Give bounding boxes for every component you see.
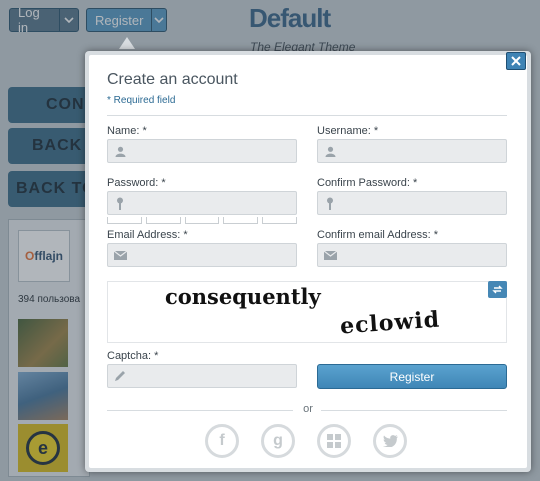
divider — [107, 115, 507, 116]
username-label: Username: * — [317, 125, 379, 137]
username-field[interactable] — [317, 139, 507, 163]
captcha-field[interactable] — [107, 364, 297, 388]
register-submit-button[interactable]: Register — [317, 364, 507, 389]
twitter-icon — [382, 435, 398, 447]
name-field[interactable] — [107, 139, 297, 163]
confirm-email-label: Confirm email Address: * — [317, 229, 439, 241]
close-button[interactable] — [506, 52, 526, 70]
facebook-login-button[interactable]: f — [205, 424, 239, 458]
divider — [321, 410, 507, 411]
windows-login-button[interactable] — [317, 424, 351, 458]
key-icon — [108, 192, 132, 214]
key-icon — [318, 192, 342, 214]
windows-icon — [327, 434, 341, 448]
modal-title: Create an account — [107, 71, 238, 88]
email-label: Email Address: * — [107, 229, 188, 241]
email-field[interactable] — [107, 243, 297, 267]
pencil-icon — [108, 365, 132, 387]
confirm-password-label: Confirm Password: * — [317, 177, 418, 189]
or-separator: or — [303, 403, 313, 415]
google-plus-icon: g — [273, 432, 283, 449]
envelope-icon — [318, 244, 342, 266]
captcha-word-1: consequently — [165, 284, 321, 309]
password-label: Password: * — [107, 177, 166, 189]
confirm-email-field[interactable] — [317, 243, 507, 267]
user-icon — [108, 140, 132, 162]
password-strength-meter — [107, 217, 297, 225]
captcha-label: Captcha: * — [107, 350, 159, 362]
envelope-icon — [108, 244, 132, 266]
twitter-login-button[interactable] — [373, 424, 407, 458]
user-icon — [318, 140, 342, 162]
google-plus-login-button[interactable]: g — [261, 424, 295, 458]
name-label: Name: * — [107, 125, 147, 137]
facebook-icon: f — [219, 432, 225, 449]
password-field[interactable] — [107, 191, 297, 215]
divider — [107, 410, 293, 411]
modal-pointer — [119, 37, 135, 49]
refresh-captcha-button[interactable] — [488, 281, 507, 298]
confirm-password-field[interactable] — [317, 191, 507, 215]
refresh-icon — [492, 285, 503, 294]
close-icon — [511, 56, 521, 66]
required-note: * Required field — [107, 95, 176, 106]
